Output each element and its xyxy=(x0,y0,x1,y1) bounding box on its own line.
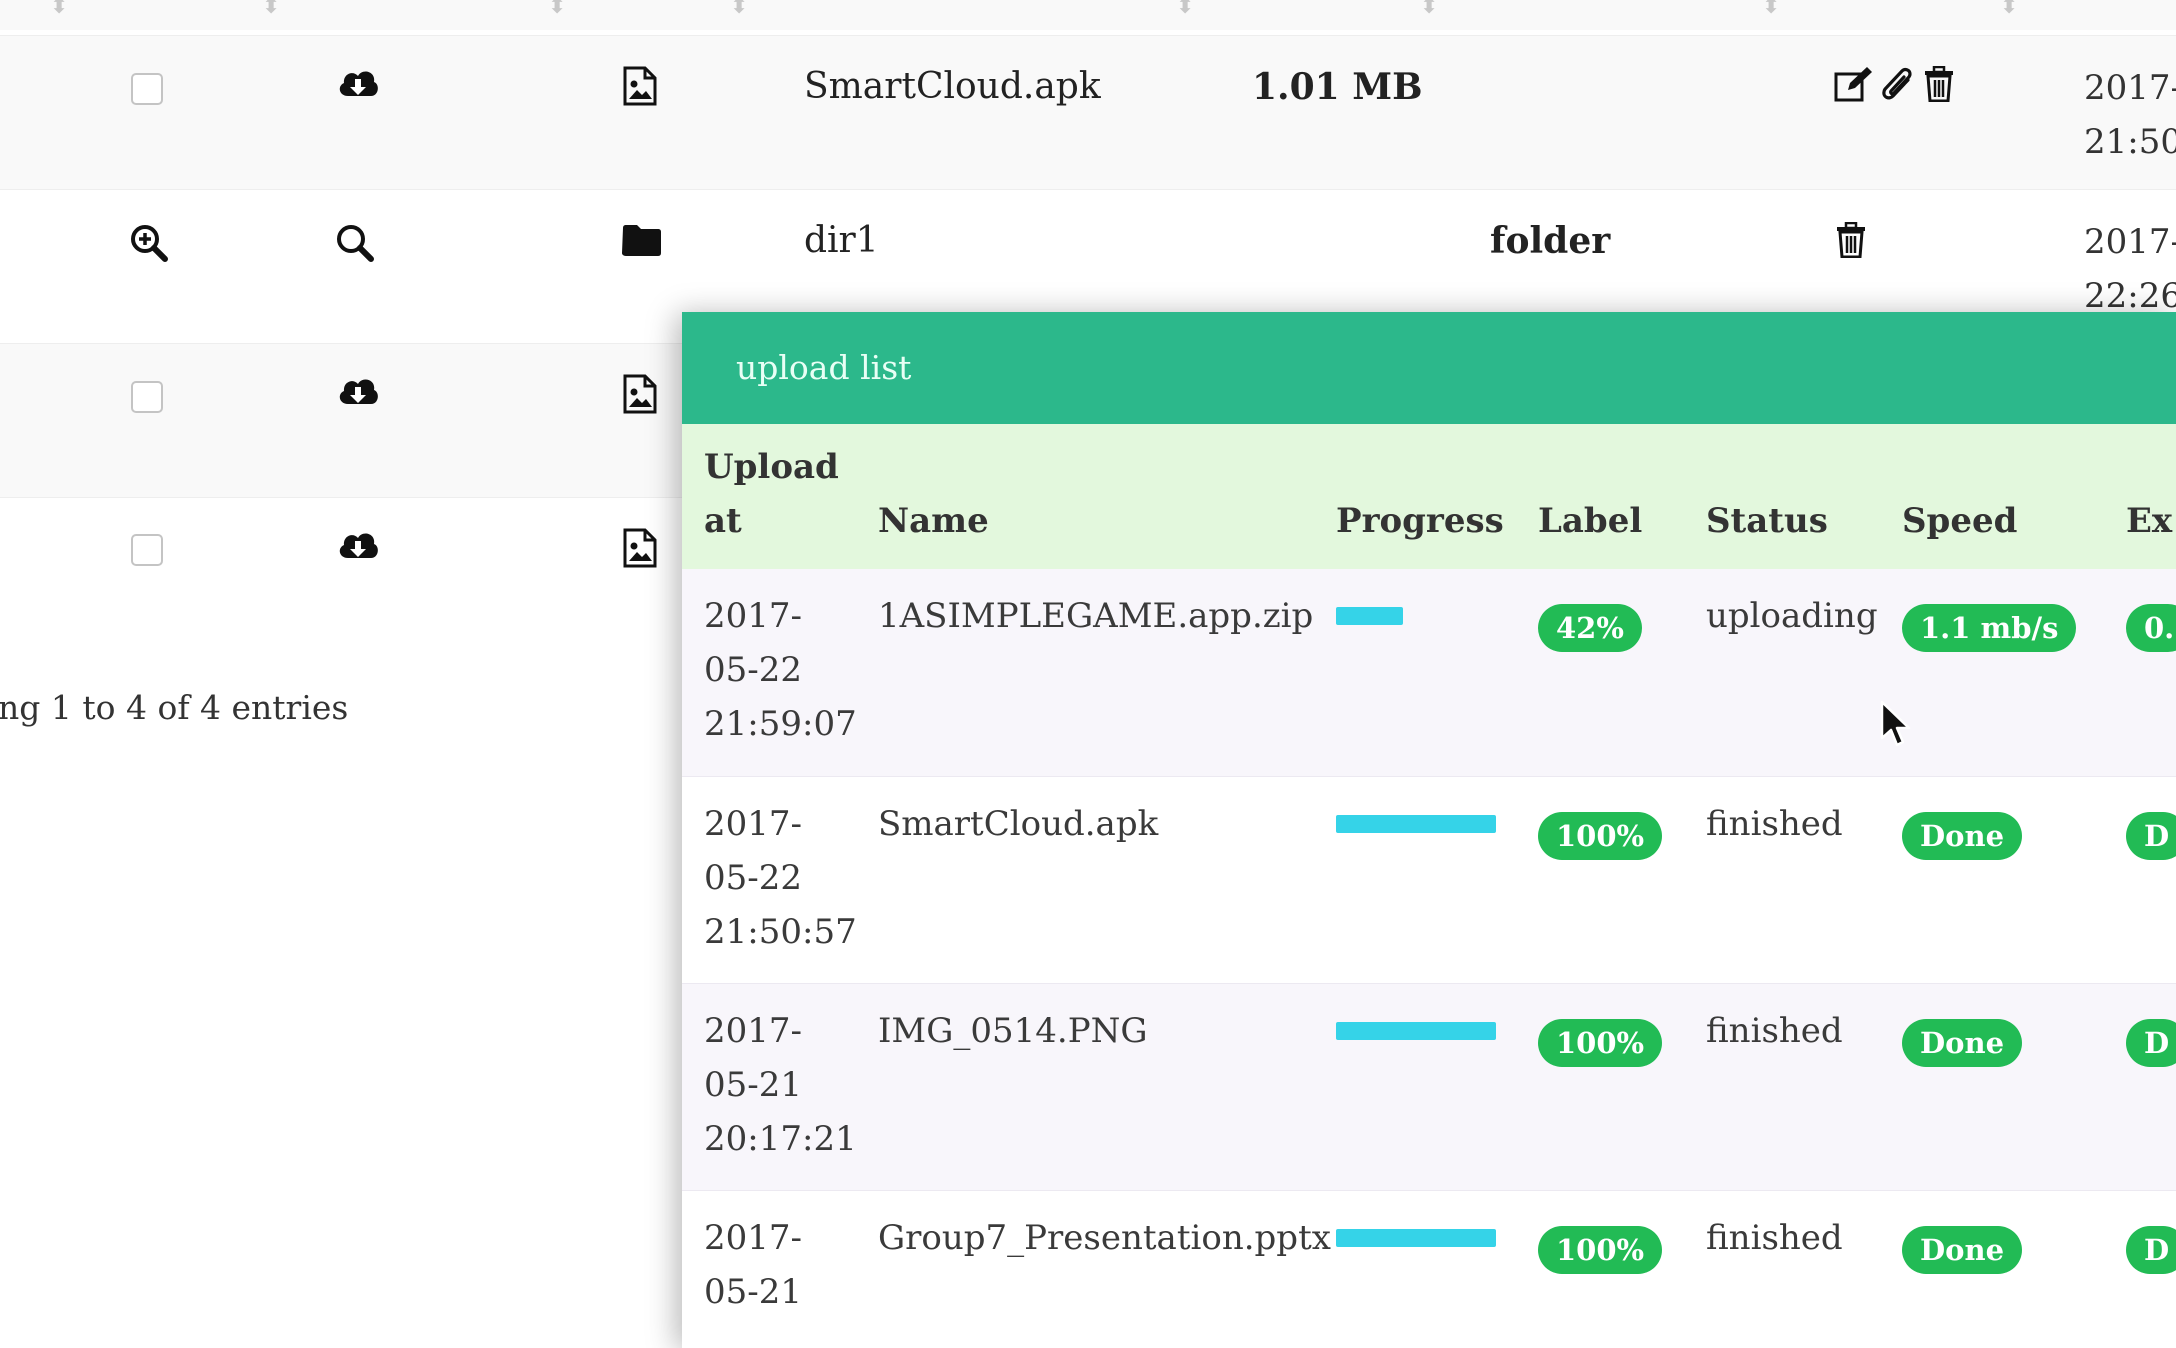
upload-date: 2017- xyxy=(704,804,803,844)
progress-bar-fill xyxy=(1336,607,1404,625)
upload-date: 05-22 xyxy=(704,650,803,690)
row-checkbox[interactable] xyxy=(131,73,163,105)
upload-date: 05-21 xyxy=(704,1065,803,1105)
image-file-icon xyxy=(622,66,658,106)
image-file-icon xyxy=(622,374,658,414)
folder-icon xyxy=(622,224,662,256)
column-header-label[interactable]: Label xyxy=(1538,494,1642,548)
progress-bar xyxy=(1336,815,1496,833)
progress-bar-fill xyxy=(1336,1229,1496,1247)
column-header-upload-at[interactable]: Upload xyxy=(704,440,839,494)
upload-status: finished xyxy=(1706,804,1843,844)
row-checkbox[interactable] xyxy=(131,381,163,413)
table-header-strip: ⬍ ⬍ ⬍ ⬍ ⬍ ⬍ ⬍ ⬍ xyxy=(0,0,2176,30)
upload-date: 05-22 xyxy=(704,858,803,898)
cloud-download-icon[interactable] xyxy=(336,64,380,104)
file-size: 1.01 MB xyxy=(1252,66,1423,108)
image-file-icon xyxy=(622,528,658,568)
file-name[interactable]: dir1 xyxy=(804,220,879,261)
sort-icon[interactable]: ⬍ xyxy=(548,0,566,19)
upload-time: 20:17:21 xyxy=(704,1119,857,1159)
column-header-status[interactable]: Status xyxy=(1706,494,1828,548)
upload-time: 21:59:07 xyxy=(704,704,857,744)
sort-icon[interactable]: ⬍ xyxy=(50,0,68,19)
upload-time: 21:50:57 xyxy=(704,912,857,952)
upload-row: 2017- 05-22 21:59:07 1ASIMPLEGAME.app.zi… xyxy=(682,569,2176,776)
file-date: 2017-0 xyxy=(2084,222,2176,262)
sort-icon[interactable]: ⬍ xyxy=(1762,0,1780,19)
upload-status: finished xyxy=(1706,1011,1843,1051)
progress-bar-fill xyxy=(1336,1022,1496,1040)
extra-badge: 0. xyxy=(2126,604,2176,652)
trash-icon[interactable] xyxy=(1924,66,1954,102)
upload-status: finished xyxy=(1706,1218,1843,1258)
sort-icon[interactable]: ⬍ xyxy=(2000,0,2018,19)
upload-row: 2017- 05-22 21:50:57 SmartCloud.apk 100%… xyxy=(682,776,2176,983)
upload-status: uploading xyxy=(1706,596,1878,636)
zoom-in-icon[interactable] xyxy=(130,224,168,262)
progress-label-badge: 100% xyxy=(1538,812,1663,860)
upload-file-name: IMG_0514.PNG xyxy=(878,1011,1148,1051)
speed-badge: 1.1 mb/s xyxy=(1902,604,2077,652)
column-header-name[interactable]: Name xyxy=(878,494,989,548)
edit-icon[interactable] xyxy=(1834,66,1872,102)
cloud-download-icon[interactable] xyxy=(336,526,380,566)
upload-date: 2017- xyxy=(704,1011,803,1051)
progress-label-badge: 100% xyxy=(1538,1019,1663,1067)
progress-bar xyxy=(1336,607,1496,625)
trash-icon[interactable] xyxy=(1836,222,1866,258)
sort-icon[interactable]: ⬍ xyxy=(730,0,748,19)
sort-icon[interactable]: ⬍ xyxy=(262,0,280,19)
row-checkbox[interactable] xyxy=(131,534,163,566)
upload-file-name: Group7_Presentation.pptx xyxy=(878,1218,1331,1258)
speed-badge: Done xyxy=(1902,1226,2023,1274)
sort-icon[interactable]: ⬍ xyxy=(1420,0,1438,19)
column-header-expires[interactable]: Ex xyxy=(2126,494,2172,548)
upload-table-header: Upload at Name Progress Label Status Spe… xyxy=(682,424,2176,569)
file-size: folder xyxy=(1490,220,1611,262)
upload-file-name: SmartCloud.apk xyxy=(878,804,1159,844)
progress-label-badge: 42% xyxy=(1538,604,1642,652)
extra-badge: D xyxy=(2126,812,2176,860)
column-header-speed[interactable]: Speed xyxy=(1902,494,2017,548)
progress-label-badge: 100% xyxy=(1538,1226,1663,1274)
sort-icon[interactable]: ⬍ xyxy=(1176,0,1194,19)
paperclip-icon[interactable] xyxy=(1880,66,1914,104)
progress-bar xyxy=(1336,1229,1496,1247)
upload-list-panel: upload list Upload at Name Progress Labe… xyxy=(682,312,2176,1348)
speed-badge: Done xyxy=(1902,812,2023,860)
progress-bar xyxy=(1336,1022,1496,1040)
column-header-progress[interactable]: Progress xyxy=(1336,494,1504,548)
speed-badge: Done xyxy=(1902,1019,2023,1067)
progress-bar-fill xyxy=(1336,815,1496,833)
mouse-cursor xyxy=(1880,700,1914,752)
search-icon[interactable] xyxy=(336,224,374,262)
upload-file-name: 1ASIMPLEGAME.app.zip xyxy=(878,596,1314,636)
file-name[interactable]: SmartCloud.apk xyxy=(804,66,1101,107)
panel-title: upload list xyxy=(736,348,912,387)
file-date: 2017-0 xyxy=(2084,68,2176,108)
entries-info: ng 1 to 4 of 4 entries xyxy=(0,688,349,727)
cloud-download-icon[interactable] xyxy=(336,372,380,412)
upload-list-header: upload list xyxy=(682,312,2176,424)
upload-date: 05-21 xyxy=(704,1272,803,1312)
extra-badge: D xyxy=(2126,1019,2176,1067)
upload-row: 2017- 05-21 Group7_Presentation.pptx 100… xyxy=(682,1190,2176,1348)
extra-badge: D xyxy=(2126,1226,2176,1274)
column-header-upload-at-line2[interactable]: at xyxy=(704,494,742,548)
file-time: 21:50: xyxy=(2084,122,2176,162)
table-row: SmartCloud.apk 1.01 MB 2017-0 21:50: xyxy=(0,35,2176,189)
upload-row: 2017- 05-21 20:17:21 IMG_0514.PNG 100% f… xyxy=(682,983,2176,1190)
upload-date: 2017- xyxy=(704,1218,803,1258)
upload-date: 2017- xyxy=(704,596,803,636)
